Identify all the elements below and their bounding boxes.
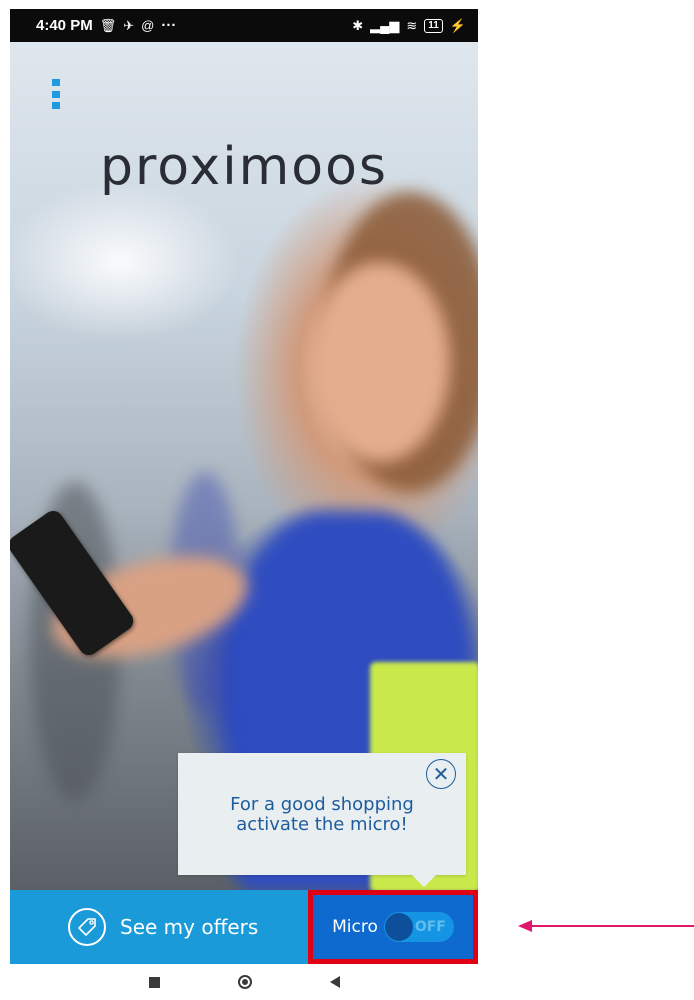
see-offers-label: See my offers	[120, 915, 259, 939]
app-screen: 4:40 PM 🗑 ✈ @ ··· ✱ ▂▄▆ ≋ 11 ⚡ proximoos…	[10, 9, 478, 964]
status-bar: 4:40 PM 🗑 ✈ @ ··· ✱ ▂▄▆ ≋ 11 ⚡	[10, 9, 478, 42]
bottom-bar: See my offers Micro OFF	[10, 890, 478, 964]
back-icon[interactable]	[329, 976, 340, 988]
recent-apps-icon[interactable]	[148, 976, 160, 988]
tooltip-message: For a good shopping activate the micro!	[178, 795, 466, 835]
bluetooth-icon: ✱	[352, 17, 364, 33]
status-right: ✱ ▂▄▆ ≋ 11 ⚡	[352, 18, 466, 34]
tag-icon	[68, 908, 106, 946]
close-icon[interactable]: ✕	[426, 759, 456, 789]
status-more: ···	[161, 17, 177, 34]
micro-label: Micro	[332, 917, 378, 937]
see-offers-button[interactable]: See my offers	[10, 890, 308, 964]
woman-face	[310, 262, 450, 462]
micro-tooltip: ✕ For a good shopping activate the micro…	[178, 753, 466, 887]
pin-icon: ✈	[123, 17, 135, 33]
system-nav-bar	[10, 964, 478, 1000]
micro-panel: Micro OFF	[308, 890, 478, 964]
annotation-arrow-icon	[518, 920, 694, 932]
toggle-knob	[384, 913, 413, 941]
tooltip-line-1: For a good shopping	[230, 794, 414, 815]
wifi-icon: ≋	[406, 17, 418, 33]
battery-icon: 11	[424, 18, 443, 33]
micro-toggle[interactable]: OFF	[383, 912, 454, 942]
charging-icon: ⚡	[449, 17, 466, 33]
signal-icon: ▂▄▆	[370, 17, 400, 33]
trash-icon: 🗑	[99, 17, 117, 33]
home-icon[interactable]	[237, 975, 252, 989]
toggle-state-label: OFF	[414, 919, 446, 935]
tooltip-line-2: activate the micro!	[236, 814, 408, 835]
status-time: 4:40 PM	[36, 17, 93, 34]
menu-icon[interactable]	[52, 79, 60, 109]
status-left: 4:40 PM 🗑 ✈ @ ···	[36, 17, 176, 34]
at-icon: @	[141, 18, 155, 33]
app-logo: proximoos	[99, 137, 389, 197]
